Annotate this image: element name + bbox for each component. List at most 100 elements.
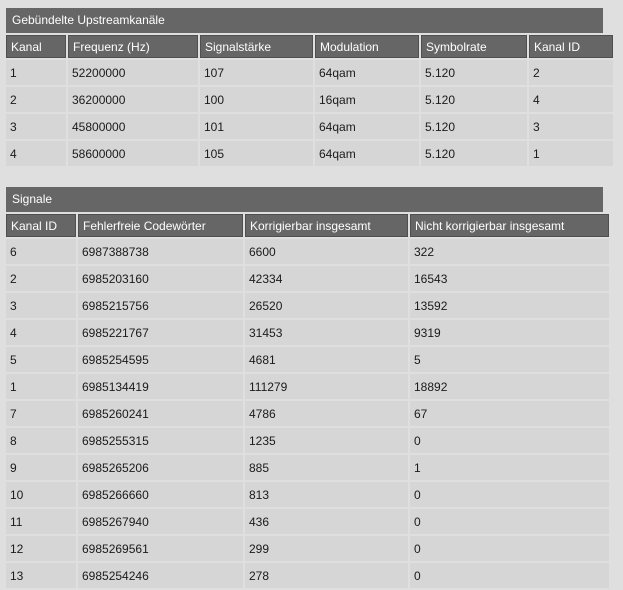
- col-header-frequenz: Frequenz (Hz): [68, 35, 198, 58]
- table-row: 1 52200000 107 64qam 5.120 2: [6, 60, 613, 85]
- table-cell: 436: [245, 509, 408, 534]
- table-cell: 100: [200, 87, 313, 112]
- table-cell: 322: [410, 239, 609, 264]
- table-cell: 31453: [245, 320, 408, 345]
- signals-panel: Signale Kanal ID Fehlerfreie Codewörter …: [6, 187, 609, 590]
- table-cell: 6985269561: [78, 536, 243, 561]
- col-header-kanal-id: Kanal ID: [6, 214, 76, 237]
- table-cell: 6985221767: [78, 320, 243, 345]
- col-header-fehlerfreie-codewoerter: Fehlerfreie Codewörter: [78, 214, 243, 237]
- table-cell: 11: [6, 509, 76, 534]
- table-cell: 5.120: [421, 60, 527, 85]
- upstream-panel: Gebündelte Upstreamkanäle Kanal Frequenz…: [6, 8, 613, 168]
- table-cell: 105: [200, 141, 313, 166]
- table-cell: 3: [529, 114, 613, 139]
- table-cell: 1: [6, 374, 76, 399]
- table-cell: 64qam: [315, 114, 419, 139]
- table-cell: 26520: [245, 293, 408, 318]
- table-row: 11 6985267940 436 0: [6, 509, 609, 534]
- signals-table: Kanal ID Fehlerfreie Codewörter Korrigie…: [4, 212, 611, 590]
- table-row: 1 6985134419 111279 18892: [6, 374, 609, 399]
- table-cell: 0: [410, 509, 609, 534]
- table-cell: 6985267940: [78, 509, 243, 534]
- table-row: 12 6985269561 299 0: [6, 536, 609, 561]
- table-cell: 6985260241: [78, 401, 243, 426]
- col-header-nicht-korrigierbar: Nicht korrigierbar insgesamt: [410, 214, 609, 237]
- table-cell: 42334: [245, 266, 408, 291]
- table-cell: 4: [529, 87, 613, 112]
- table-row: 10 6985266660 813 0: [6, 482, 609, 507]
- col-header-korrigierbar: Korrigierbar insgesamt: [245, 214, 408, 237]
- table-cell: 6985215756: [78, 293, 243, 318]
- table-row: 5 6985254595 4681 5: [6, 347, 609, 372]
- table-cell: 6985255315: [78, 428, 243, 453]
- table-cell: 3: [6, 293, 76, 318]
- table-cell: 107: [200, 60, 313, 85]
- table-cell: 299: [245, 536, 408, 561]
- table-cell: 0: [410, 536, 609, 561]
- table-row: 2 36200000 100 16qam 5.120 4: [6, 87, 613, 112]
- upstream-header-row: Kanal Frequenz (Hz) Signalstärke Modulat…: [6, 35, 613, 58]
- table-cell: 36200000: [68, 87, 198, 112]
- table-cell: 885: [245, 455, 408, 480]
- col-header-kanal: Kanal: [6, 35, 66, 58]
- table-cell: 2: [6, 266, 76, 291]
- table-cell: 2: [529, 60, 613, 85]
- table-cell: 7: [6, 401, 76, 426]
- table-cell: 13592: [410, 293, 609, 318]
- table-cell: 8: [6, 428, 76, 453]
- signals-panel-title: Signale: [6, 187, 603, 212]
- table-cell: 9319: [410, 320, 609, 345]
- table-row: 13 6985254246 278 0: [6, 563, 609, 588]
- table-cell: 6985254246: [78, 563, 243, 588]
- table-cell: 1: [6, 60, 66, 85]
- table-cell: 12: [6, 536, 76, 561]
- table-cell: 278: [245, 563, 408, 588]
- table-row: 6 6987388738 6600 322: [6, 239, 609, 264]
- table-cell: 6985266660: [78, 482, 243, 507]
- table-cell: 67: [410, 401, 609, 426]
- table-cell: 6985134419: [78, 374, 243, 399]
- table-cell: 4: [6, 141, 66, 166]
- table-row: 9 6985265206 885 1: [6, 455, 609, 480]
- table-row: 2 6985203160 42334 16543: [6, 266, 609, 291]
- upstream-table: Kanal Frequenz (Hz) Signalstärke Modulat…: [4, 33, 615, 168]
- table-cell: 18892: [410, 374, 609, 399]
- table-cell: 5: [6, 347, 76, 372]
- col-header-symbolrate: Symbolrate: [421, 35, 527, 58]
- table-cell: 1235: [245, 428, 408, 453]
- table-cell: 58600000: [68, 141, 198, 166]
- table-cell: 10: [6, 482, 76, 507]
- table-cell: 4: [6, 320, 76, 345]
- table-cell: 45800000: [68, 114, 198, 139]
- table-cell: 1: [529, 141, 613, 166]
- table-cell: 64qam: [315, 141, 419, 166]
- table-row: 8 6985255315 1235 0: [6, 428, 609, 453]
- signals-header-row: Kanal ID Fehlerfreie Codewörter Korrigie…: [6, 214, 609, 237]
- table-cell: 16543: [410, 266, 609, 291]
- table-cell: 6985254595: [78, 347, 243, 372]
- col-header-signalstaerke: Signalstärke: [200, 35, 313, 58]
- table-cell: 52200000: [68, 60, 198, 85]
- table-cell: 5.120: [421, 141, 527, 166]
- table-cell: 6985203160: [78, 266, 243, 291]
- table-cell: 6987388738: [78, 239, 243, 264]
- table-cell: 4786: [245, 401, 408, 426]
- table-cell: 6600: [245, 239, 408, 264]
- table-cell: 101: [200, 114, 313, 139]
- table-row: 4 6985221767 31453 9319: [6, 320, 609, 345]
- table-row: 3 45800000 101 64qam 5.120 3: [6, 114, 613, 139]
- table-cell: 0: [410, 563, 609, 588]
- col-header-kanal-id: Kanal ID: [529, 35, 613, 58]
- table-row: 7 6985260241 4786 67: [6, 401, 609, 426]
- table-cell: 2: [6, 87, 66, 112]
- table-cell: 111279: [245, 374, 408, 399]
- table-cell: 5.120: [421, 87, 527, 112]
- table-cell: 6985265206: [78, 455, 243, 480]
- table-cell: 0: [410, 482, 609, 507]
- col-header-modulation: Modulation: [315, 35, 419, 58]
- table-cell: 813: [245, 482, 408, 507]
- table-cell: 16qam: [315, 87, 419, 112]
- table-cell: 5.120: [421, 114, 527, 139]
- table-cell: 64qam: [315, 60, 419, 85]
